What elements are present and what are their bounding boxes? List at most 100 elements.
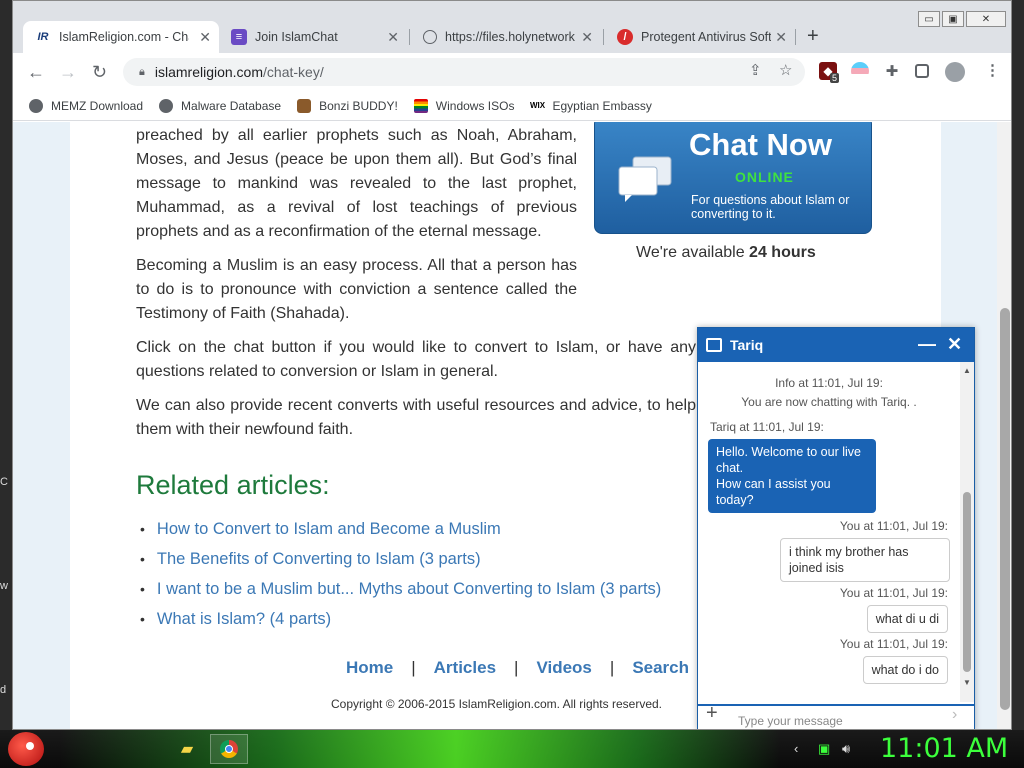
scrollbar-thumb[interactable]	[1000, 308, 1010, 710]
back-arrow-icon[interactable]: ←	[27, 62, 45, 83]
footer-separator: |	[411, 658, 416, 677]
send-arrow-icon[interactable]: ›	[952, 706, 957, 724]
chat-header: Tariq — ✕	[698, 328, 974, 362]
globe-icon	[29, 98, 43, 113]
menu-kebab-icon[interactable]: ⋮	[985, 61, 1000, 79]
chat-now-subtitle: For questions about Islam or converting …	[691, 193, 850, 221]
file-explorer-icon[interactable]: ▰	[168, 734, 206, 764]
chat-minimize-icon[interactable]: —	[918, 334, 936, 355]
tab-close-icon[interactable]: ✕	[387, 29, 399, 46]
address-bar[interactable]: 🔒︎ islamreligion.com /chat-key/	[123, 58, 805, 86]
islamreligion-favicon-icon: IR	[37, 31, 49, 43]
start-button-angry-bird-icon[interactable]	[8, 732, 44, 766]
extension-badge: 5	[830, 73, 840, 83]
tab-holynetwork[interactable]: https://files.holynetwork ✕	[411, 21, 601, 53]
user-timestamp: You at 11:01, Jul 19:	[839, 519, 948, 533]
globe-icon	[423, 30, 437, 44]
agent-timestamp: Tariq at 11:01, Jul 19:	[710, 420, 824, 434]
taskbar: ▰ ‹ ▣ 🔊︎ 11:01 AM	[0, 730, 1024, 768]
tray-volume-icon[interactable]: 🔊︎	[842, 741, 850, 757]
user-timestamp: You at 11:01, Jul 19:	[839, 637, 948, 651]
chat-now-title: Chat Now	[689, 127, 832, 162]
rainbow-icon	[413, 98, 428, 113]
reload-icon[interactable]: ↻	[92, 62, 107, 83]
forward-arrow-icon[interactable]: →	[59, 62, 77, 83]
footer-nav: Home | Articles | Videos | Search	[346, 658, 689, 678]
footer-link-articles[interactable]: Articles	[434, 658, 496, 678]
tray-chevron-icon[interactable]: ‹	[794, 741, 798, 756]
scroll-down-arrow-icon[interactable]: ▼	[963, 678, 971, 687]
new-tab-button[interactable]: +	[807, 25, 819, 48]
related-article-link[interactable]: I want to be a Muslim but... Myths about…	[140, 574, 661, 604]
related-article-link[interactable]: What is Islam? (4 parts)	[140, 604, 661, 634]
chat-scrollbar[interactable]: ▲ ▼	[960, 362, 974, 702]
tab-join-islamchat[interactable]: ≡ Join IslamChat ✕	[219, 21, 407, 53]
bookmark-egyptian-embassy[interactable]: WIX Egyptian Embassy	[529, 98, 652, 113]
paragraph-prophets: preached by all earlier prophets such as…	[136, 127, 577, 240]
bookmark-label: Windows ISOs	[435, 98, 515, 113]
url-host: islamreligion.com	[154, 64, 264, 80]
minimize-button[interactable]: ▭	[918, 11, 940, 27]
tab-title: Protegent Antivirus Soft	[641, 30, 771, 44]
chat-message-input[interactable]: Type your message	[738, 714, 843, 728]
restore-button[interactable]: ▣	[942, 11, 964, 27]
related-article-link[interactable]: The Benefits of Converting to Islam (3 p…	[140, 544, 661, 574]
tab-close-icon[interactable]: ✕	[199, 29, 211, 46]
wix-icon: WIX	[529, 101, 546, 110]
chat-now-button[interactable]: Chat Now ONLINE For questions about Isla…	[594, 122, 872, 234]
tab-close-icon[interactable]: ✕	[775, 29, 787, 46]
bookmark-memz[interactable]: MEMZ Download	[29, 98, 143, 113]
form-icon: ≡	[231, 29, 247, 45]
agent-message: Hello. Welcome to our live chat. How can…	[708, 439, 876, 513]
flag-extension-icon[interactable]	[851, 62, 869, 80]
paragraph-resources: We can also provide recent converts with…	[136, 397, 696, 438]
share-icon[interactable]: ⇪	[749, 61, 762, 79]
bookmark-windows-isos[interactable]: Windows ISOs	[413, 98, 515, 113]
extensions-puzzle-icon[interactable]: ✚	[883, 62, 901, 80]
bonzi-icon	[297, 98, 312, 113]
footer-separator: |	[514, 658, 519, 677]
taskbar-clock[interactable]: 11:01 AM	[880, 733, 1008, 764]
paragraph-becoming-muslim: Becoming a Muslim is an easy process. Al…	[136, 257, 577, 322]
chat-agent-name: Tariq	[730, 337, 764, 353]
bookmark-label: Egyptian Embassy	[552, 98, 652, 113]
footer-link-videos[interactable]: Videos	[536, 658, 591, 678]
browser-window: IR IslamReligion.com - Cha ✕ ≡ Join Isla…	[12, 0, 1012, 730]
bookmark-bonzi[interactable]: Bonzi BUDDY!	[297, 98, 398, 113]
close-window-button[interactable]: ✕	[966, 11, 1006, 27]
attach-plus-icon[interactable]: +	[706, 702, 718, 725]
tab-protegent[interactable]: / Protegent Antivirus Soft ✕	[605, 21, 795, 53]
shield-icon: /	[617, 29, 633, 45]
page-scrollbar[interactable]	[997, 122, 1011, 729]
bookmark-star-icon[interactable]: ☆	[779, 61, 792, 79]
tab-title: https://files.holynetwork	[445, 30, 575, 44]
online-status: ONLINE	[735, 169, 794, 185]
chat-input-area[interactable]: + Type your message ›	[698, 702, 974, 729]
url-path: /chat-key/	[263, 64, 324, 80]
user-message: i think my brother has joined isis	[780, 538, 950, 582]
chrome-taskbar-icon[interactable]	[210, 734, 248, 764]
tray-network-icon[interactable]: ▣	[818, 741, 830, 757]
lock-icon: 🔒︎	[139, 65, 145, 78]
footer-link-search[interactable]: Search	[632, 658, 689, 678]
desktop-icon-fragment: C	[0, 476, 8, 488]
chat-scroll-thumb[interactable]	[963, 492, 971, 672]
user-message: what di u di	[866, 605, 948, 633]
chat-close-icon[interactable]: ✕	[947, 334, 962, 355]
bookmark-malware-db[interactable]: Malware Database	[159, 98, 281, 113]
tab-islamreligion[interactable]: IR IslamReligion.com - Cha ✕	[23, 21, 219, 53]
profile-avatar-icon[interactable]	[945, 62, 965, 82]
tab-title: Join IslamChat	[255, 30, 338, 44]
bookmarks-bar: MEMZ Download Malware Database Bonzi BUD…	[13, 91, 1011, 121]
related-article-link[interactable]: How to Convert to Islam and Become a Mus…	[140, 514, 661, 544]
tab-close-icon[interactable]: ✕	[581, 29, 593, 46]
scroll-up-arrow-icon[interactable]: ▲	[963, 366, 971, 375]
side-panel-icon[interactable]	[915, 64, 929, 78]
related-articles-heading: Related articles:	[136, 470, 330, 500]
bookmark-label: Bonzi BUDDY!	[319, 98, 398, 113]
globe-icon	[159, 98, 174, 113]
copyright-text: Copyright © 2006-2015 IslamReligion.com.…	[331, 697, 662, 711]
tab-title: IslamReligion.com - Cha	[59, 30, 189, 44]
footer-separator: |	[609, 658, 615, 677]
footer-link-home[interactable]: Home	[346, 658, 393, 678]
